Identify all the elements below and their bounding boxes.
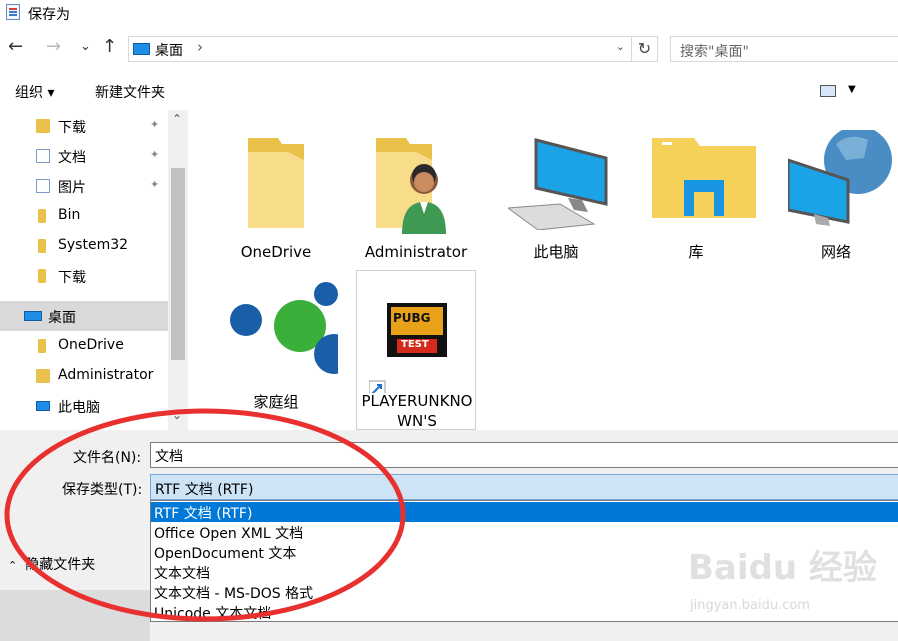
filename-value: 文档 [155, 449, 183, 465]
search-input[interactable]: 搜索"桌面" [670, 36, 898, 62]
pubg-test-text: TEST [401, 339, 429, 350]
sidebar-item-onedrive[interactable]: OneDrive [0, 331, 168, 361]
view-options-icon[interactable] [820, 85, 836, 97]
pin-icon[interactable]: ✦ [150, 148, 159, 161]
item-pubg-shortcut[interactable]: PUBG TEST PLAYERUNKNO WN'S [356, 270, 476, 430]
sidebar-item-label: System32 [58, 237, 129, 253]
hide-folders-label: 隐藏文件夹 [25, 557, 96, 573]
footer-strip [0, 590, 150, 641]
filetype-select[interactable]: RTF 文档 (RTF) [150, 474, 898, 500]
window-title: 保存为 [28, 7, 70, 23]
organize-button[interactable]: 组织 ▾ [15, 82, 54, 102]
pin-icon[interactable]: ✦ [150, 118, 159, 131]
filetype-option[interactable]: Office Open XML 文档 [151, 522, 898, 542]
up-arrow-icon[interactable]: ↑ [102, 34, 117, 60]
sidebar-item-pictures[interactable]: 图片 ✦ [0, 171, 168, 201]
sidebar-item-label: Bin [58, 207, 81, 223]
pubg-badge-text: PUBG [393, 311, 431, 325]
sidebar-item-label: OneDrive [58, 337, 124, 353]
downloads-folder-icon [36, 119, 50, 133]
folder-icon [38, 209, 46, 223]
sidebar-item-downloads-2[interactable]: 下载 [0, 261, 168, 291]
sidebar-item-label: 文档 [58, 150, 86, 166]
sidebar-item-label: Administrator [58, 367, 154, 383]
item-label: Administrator [364, 243, 468, 261]
folder-icon [248, 138, 304, 228]
homegroup-icon [230, 282, 338, 374]
filetype-value: RTF 文档 (RTF) [155, 482, 254, 498]
computer-icon [36, 401, 50, 411]
library-icon [652, 138, 756, 218]
folder-icon [38, 239, 46, 253]
item-label: 库 [688, 243, 704, 261]
back-arrow-icon[interactable]: ← [8, 34, 23, 60]
folder-icon [38, 339, 46, 353]
sidebar-item-label: 此电脑 [58, 400, 100, 416]
item-label: 网络 [820, 243, 851, 261]
new-folder-button[interactable]: 新建文件夹 [95, 82, 165, 102]
sidebar-scrollbar[interactable]: ⌃ ⌄ [168, 110, 188, 430]
toolbar: 组织 ▾ 新建文件夹 ▼ [0, 76, 898, 108]
user-folder-icon [36, 369, 50, 383]
item-onedrive[interactable]: OneDrive [216, 110, 336, 261]
pictures-icon [36, 179, 50, 193]
computer-icon [508, 138, 608, 230]
documents-icon [36, 149, 50, 163]
desktop-icon [133, 43, 150, 55]
item-library[interactable]: 库 [636, 110, 756, 261]
sidebar-item-label: 下载 [58, 120, 86, 136]
pin-icon[interactable]: ✦ [150, 178, 159, 191]
refresh-icon[interactable]: ↻ [632, 36, 658, 62]
sidebar-item-desktop[interactable]: 桌面 [0, 301, 168, 331]
scrollbar-thumb[interactable] [171, 168, 185, 360]
scroll-up-icon[interactable]: ⌃ [172, 112, 182, 126]
breadcrumb-chevron-icon[interactable]: › [197, 38, 203, 56]
folder-icon [38, 269, 46, 283]
filetype-label: 保存类型(T): [62, 482, 143, 498]
baidu-watermark: Baidu 经验 jingyan.baidu.com [688, 540, 888, 630]
filename-label: 文件名(N): [73, 450, 142, 466]
app-icon [6, 4, 20, 20]
address-bar[interactable]: 桌面 › ⌄ [128, 36, 632, 62]
sidebar-item-downloads[interactable]: 下载 ✦ [0, 111, 168, 141]
item-network[interactable]: 网络 [776, 110, 896, 261]
search-placeholder: 搜索"桌面" [680, 44, 749, 60]
sidebar-item-label: 下载 [58, 270, 86, 286]
navigation-pane: 下载 ✦ 文档 ✦ 图片 ✦ Bin System32 下载 桌面 OneDri… [0, 110, 188, 430]
view-dropdown-icon[interactable]: ▼ [848, 84, 856, 95]
desktop-icon [24, 311, 42, 321]
hide-folders-button[interactable]: ⌃ 隐藏文件夹 [8, 554, 95, 574]
recent-locations-chevron-icon[interactable]: ⌄ [80, 34, 91, 60]
filetype-option[interactable]: RTF 文档 (RTF) [151, 502, 898, 522]
item-label: OneDrive [240, 243, 312, 261]
address-dropdown-icon[interactable]: ⌄ [616, 40, 625, 53]
sidebar-item-this-pc[interactable]: 此电脑 [0, 391, 168, 421]
sidebar-item-documents[interactable]: 文档 ✦ [0, 141, 168, 171]
user-folder-icon [376, 138, 446, 234]
item-label: 此电脑 [533, 243, 579, 261]
item-this-pc[interactable]: 此电脑 [496, 110, 616, 261]
sidebar-item-administrator[interactable]: Administrator [0, 361, 168, 391]
sidebar-item-label: 图片 [58, 180, 86, 196]
item-homegroup[interactable]: 家庭组 [216, 260, 338, 411]
watermark-logo-text: Baidu 经验 [688, 548, 877, 588]
sidebar-item-system32[interactable]: System32 [0, 231, 168, 261]
scroll-down-icon[interactable]: ⌄ [172, 408, 182, 422]
title-bar: 保存为 [0, 0, 898, 26]
item-administrator[interactable]: Administrator [356, 110, 476, 261]
item-label-line2: WN'S [397, 412, 437, 430]
item-label: PLAYERUNKNO [361, 392, 473, 410]
file-list: OneDrive Administrator 此电脑 库 网络 家庭组 PUBG… [188, 110, 898, 430]
item-label: 家庭组 [253, 393, 299, 411]
filename-field[interactable]: 文档 [150, 442, 898, 468]
collapse-chevron-icon: ⌃ [8, 559, 18, 572]
breadcrumb-desktop[interactable]: 桌面 [155, 40, 183, 60]
sidebar-item-bin[interactable]: Bin [0, 201, 168, 231]
watermark-url: jingyan.baidu.com [690, 598, 810, 613]
sidebar-item-label: 桌面 [48, 310, 76, 326]
forward-arrow-icon[interactable]: → [46, 34, 61, 60]
network-icon [788, 130, 892, 226]
